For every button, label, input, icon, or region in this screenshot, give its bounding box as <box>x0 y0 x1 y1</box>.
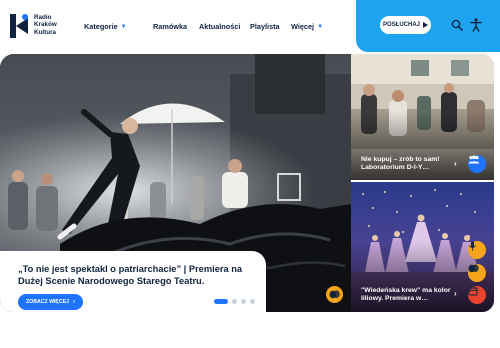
chevron-down-icon: ▼ <box>120 23 127 30</box>
nav-item-label: Aktualności <box>199 22 241 31</box>
calendar-icon[interactable] <box>468 286 486 304</box>
side-article-1-title[interactable]: Nie kupuj – zrób to sam! Laboratorium D-… <box>361 156 451 173</box>
chevron-right-icon[interactable]: › <box>454 289 457 298</box>
nav-item-label: Więcej <box>291 22 315 31</box>
slide-dot[interactable] <box>250 299 255 304</box>
nav-item-aktualnosci[interactable]: Aktualności <box>199 22 250 31</box>
nav-item-kategorie[interactable]: Kategorie ▼ <box>84 22 153 31</box>
side-article-2[interactable]: "Wiedeńska krew" ma kolor liliowy. Premi… <box>351 182 494 312</box>
chevron-down-icon: ▼ <box>317 23 324 30</box>
logo-line-1: Radio <box>34 14 52 21</box>
accessibility-icon[interactable] <box>470 18 482 32</box>
player-panel: POSŁUCHAJ <box>356 0 500 52</box>
nav-item-label: Kategorie <box>84 22 118 31</box>
slider-pagination <box>214 299 259 304</box>
slide-dot[interactable] <box>232 299 237 304</box>
nav-item-label: Playlista <box>250 22 280 31</box>
listen-button[interactable]: POSŁUCHAJ <box>380 16 431 34</box>
nav-item-wiecej[interactable]: Więcej ▼ <box>291 22 323 31</box>
see-more-button[interactable]: ZOBACZ WIĘCEJ › <box>18 294 83 310</box>
logo-text: Radio Kraków Kultura <box>34 14 57 36</box>
people-group-icon[interactable] <box>468 155 486 173</box>
theatre-masks-icon[interactable] <box>468 264 486 282</box>
nav-item-playlista[interactable]: Playlista <box>250 22 291 31</box>
logo-line-3: Kultura <box>34 28 57 36</box>
chevron-right-icon[interactable]: › <box>454 159 457 168</box>
main-nav: Kategorie ▼ Ramówka Aktualności Playlist… <box>84 22 323 31</box>
search-icon[interactable] <box>451 19 463 31</box>
play-icon <box>423 22 428 28</box>
microphone-icon[interactable] <box>468 241 486 259</box>
hero-slider[interactable]: „To nie jest spektakl o patriarchacie” |… <box>0 54 351 312</box>
chevron-right-icon: › <box>72 299 75 305</box>
side-article-2-title[interactable]: "Wiedeńska krew" ma kolor liliowy. Premi… <box>361 287 451 304</box>
nav-item-ramowka[interactable]: Ramówka <box>153 22 199 31</box>
logo-mark <box>10 14 31 38</box>
listen-button-label: POSŁUCHAJ <box>382 22 420 28</box>
site-header: Radio Kraków Kultura Kategorie ▼ Ramówka… <box>0 0 500 54</box>
site-logo[interactable]: Radio Kraków Kultura <box>10 14 57 38</box>
side-article-1[interactable]: Nie kupuj – zrób to sam! Laboratorium D-… <box>351 54 494 180</box>
nav-item-label: Ramówka <box>153 22 188 31</box>
slide-dot[interactable] <box>241 299 246 304</box>
theatre-masks-icon[interactable] <box>326 286 343 303</box>
logo-line-2: Kraków <box>34 21 57 29</box>
slide-dot-active[interactable] <box>214 299 228 304</box>
hero-title[interactable]: „To nie jest spektakl o patriarchacie” |… <box>18 263 258 288</box>
see-more-label: ZOBACZ WIĘCEJ <box>26 299 69 305</box>
